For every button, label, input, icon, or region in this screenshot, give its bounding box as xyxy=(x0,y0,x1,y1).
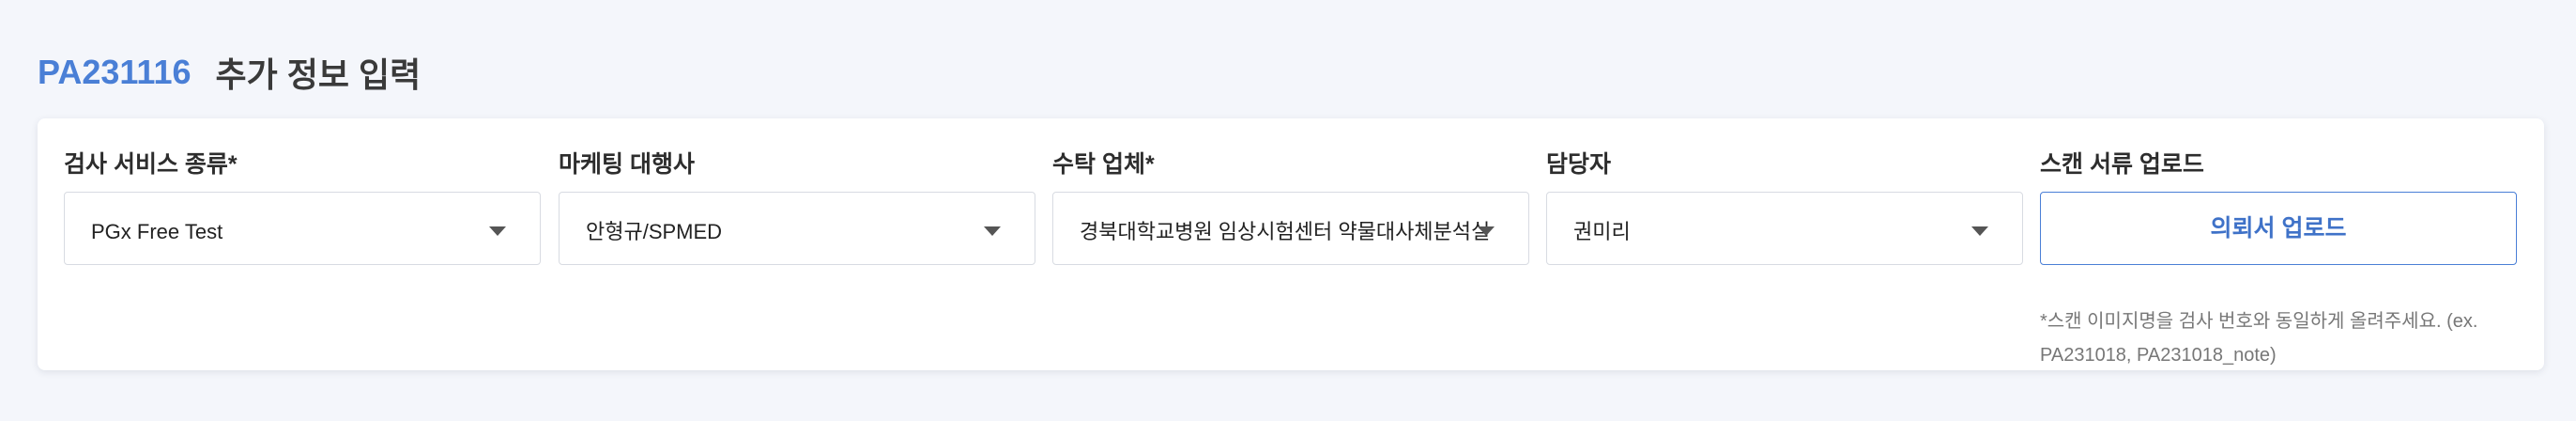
marketing-agency-select[interactable]: 안형규/SPMED xyxy=(559,192,1035,265)
additional-info-card: 검사 서비스 종류* PGx Free Test 마케팅 대행사 안형규/SPM… xyxy=(38,118,2544,370)
caret-down-icon xyxy=(984,226,1001,236)
manager-value: 권미리 xyxy=(1573,220,1631,243)
contractor-select[interactable]: 경북대학교병원 임상시험센터 약물대사체분석실 xyxy=(1052,192,1529,265)
caret-down-icon xyxy=(1478,226,1495,236)
caret-down-icon xyxy=(489,226,506,236)
manager-select[interactable]: 권미리 xyxy=(1546,192,2023,265)
request-code: PA231116 xyxy=(38,53,192,91)
manager-field: 담당자 권미리 xyxy=(1546,150,2023,265)
test-service-value: PGx Free Test xyxy=(91,220,223,243)
marketing-agency-field: 마케팅 대행사 안형규/SPMED xyxy=(559,150,1035,265)
page-title: PA231116 추가 정보 입력 xyxy=(38,49,421,96)
contractor-field: 수탁 업체* 경북대학교병원 임상시험센터 약물대사체분석실 xyxy=(1052,150,1529,265)
marketing-agency-label: 마케팅 대행사 xyxy=(559,151,695,178)
test-service-label: 검사 서비스 종류* xyxy=(64,151,238,178)
scan-upload-field: 스캔 서류 업로드 의뢰서 업로드 *스캔 이미지명을 검사 번호와 동일하게 … xyxy=(2040,150,2517,366)
test-service-field: 검사 서비스 종류* PGx Free Test xyxy=(64,150,541,265)
request-form-upload-button[interactable]: 의뢰서 업로드 xyxy=(2040,192,2517,265)
scan-upload-label: 스캔 서류 업로드 xyxy=(2040,151,2204,178)
marketing-agency-value: 안형규/SPMED xyxy=(586,220,723,243)
contractor-label: 수탁 업체* xyxy=(1052,151,1155,178)
contractor-value: 경북대학교병원 임상시험센터 약물대사체분석실 xyxy=(1080,220,1491,243)
page-heading: 추가 정보 입력 xyxy=(215,55,422,94)
caret-down-icon xyxy=(1971,226,1988,236)
test-service-select[interactable]: PGx Free Test xyxy=(64,192,541,265)
upload-note: *스캔 이미지명을 검사 번호와 동일하게 올려주세요. (ex. PA2310… xyxy=(2040,311,2478,366)
manager-label: 담당자 xyxy=(1546,151,1612,178)
